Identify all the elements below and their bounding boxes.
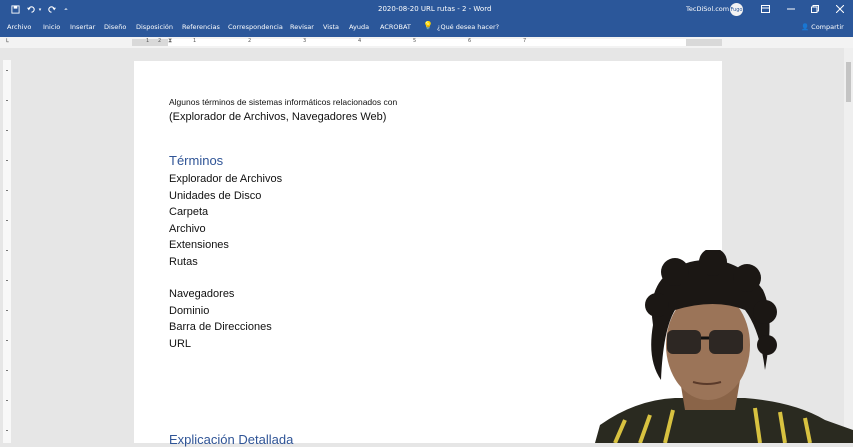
ruler-tick [6,70,8,71]
ruler-number: 3 [303,38,307,44]
ruler-tick [6,430,8,431]
title-bar: ▾ ⩡ 2020-08-20 URL rutas - 2 - Word TecD… [0,0,853,19]
ruler-tick [6,250,8,251]
save-icon[interactable] [9,4,21,15]
ruler-tick [6,370,8,371]
ruler-tick [6,280,8,281]
tab-vista[interactable]: Vista [323,23,339,31]
tab-archivo[interactable]: Archivo [7,23,31,31]
ruler-tick [6,160,8,161]
indent-marker-icon[interactable]: ⧗ [168,37,172,45]
ruler-tick [6,100,8,101]
share-button[interactable]: 👤 Compartir [801,23,844,31]
undo-dropdown-icon[interactable]: ▾ [37,4,43,15]
section-heading: Términos [169,153,224,168]
tell-me-search[interactable]: ¿Qué desea hacer? [437,23,499,31]
ribbon-display-options-icon[interactable] [756,2,774,16]
ruler-number: 5 [413,38,417,44]
tab-disposicion[interactable]: Disposición [136,23,173,31]
ruler-tick [6,130,8,131]
avatar[interactable]: Fugo [730,3,743,16]
ruler-tick [6,400,8,401]
lightbulb-icon: 💡 [423,21,433,30]
ruler-tick [6,220,8,221]
intro-text: Algunos términos de sistemas informático… [169,97,398,107]
horizontal-ruler[interactable]: 1 2 1 2 3 4 5 6 7 ⧗ [132,37,722,46]
section-heading-2: Explicación Detallada [169,432,294,447]
term-item: Dominio [169,304,210,317]
close-icon[interactable] [831,2,849,16]
ruler-number: 7 [523,38,527,44]
tab-acrobat[interactable]: ACROBAT [380,23,411,31]
window-title: 2020-08-20 URL rutas - 2 - Word [378,5,492,13]
ribbon-tabs: Archivo Inicio Insertar Diseño Disposici… [0,19,853,37]
term-item: Carpeta [169,206,209,218]
share-label: Compartir [811,23,844,31]
ruler-number: 2 [248,38,252,44]
presenter-image [595,250,853,443]
webcam-overlay [595,250,853,443]
term-item: Unidades de Disco [169,189,262,202]
ruler-number: 1 [146,38,150,44]
scrollbar-thumb[interactable] [846,62,851,102]
undo-icon[interactable] [25,4,37,15]
term-item: Extensiones [169,239,229,251]
tab-ayuda[interactable]: Ayuda [349,23,369,31]
subtitle-text: (Explorador de Archivos, Navegadores Web… [169,111,387,123]
tab-insertar[interactable]: Insertar [70,23,95,31]
tab-revisar[interactable]: Revisar [290,23,314,31]
person-icon: 👤 [801,23,810,31]
ruler-tick [6,310,8,311]
minimize-icon[interactable] [782,2,800,16]
tab-inicio[interactable]: Inicio [43,23,60,31]
term-item: Navegadores [169,288,235,300]
ruler-tick [6,190,8,191]
ruler-number: 2 [158,38,162,44]
term-item: Barra de Direcciones [169,321,272,333]
term-item: Archivo [169,222,206,235]
ruler-number: 6 [468,38,472,44]
term-item: Explorador de Archivos [169,173,283,185]
tab-diseno[interactable]: Diseño [104,23,126,31]
term-item: Rutas [169,255,198,268]
tab-correspondencia[interactable]: Correspondencia [228,23,283,31]
ruler-tick [6,340,8,341]
customize-quick-access-icon[interactable]: ⩡ [62,4,70,15]
vertical-ruler[interactable] [3,60,11,443]
tab-referencias[interactable]: Referencias [182,23,220,31]
term-item: URL [169,337,192,350]
redo-icon[interactable] [45,4,57,15]
tab-stop-selector[interactable]: └ [5,39,11,46]
ruler-number: 1 [193,38,197,44]
ruler-number: 4 [358,38,362,44]
user-name[interactable]: TecDiSol.com [686,5,729,13]
restore-icon[interactable] [806,2,824,16]
